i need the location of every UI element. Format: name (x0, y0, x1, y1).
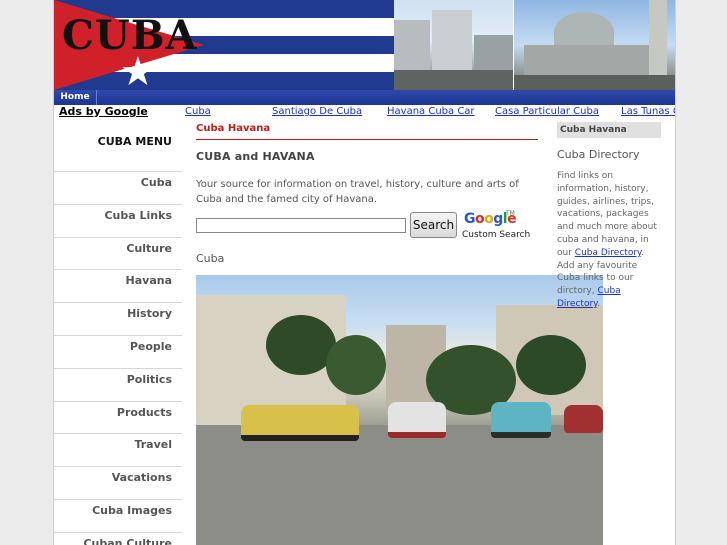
menu-item-travel[interactable]: Travel (54, 434, 182, 468)
search-button[interactable]: Search (410, 212, 457, 238)
section-label: Cuba (196, 252, 225, 265)
menu-item-history[interactable]: History (54, 303, 182, 336)
top-nav: Home (54, 90, 675, 105)
intro-text: Your source for information on travel, h… (196, 179, 519, 205)
breadcrumb: Cuba Havana (196, 121, 538, 140)
left-menu: CUBA MENU Cuba Cuba Links Culture Havana… (54, 121, 182, 545)
nav-home-link[interactable]: Home (54, 90, 97, 105)
menu-title: CUBA MENU (54, 121, 182, 172)
page: CUBA ★ Home Ads by Google Cuba Santiago … (53, 0, 676, 545)
star-icon: ★ (120, 49, 156, 90)
menu-item-people[interactable]: People (54, 336, 182, 369)
search-input[interactable] (196, 218, 406, 233)
havana-street-photo (196, 275, 603, 545)
cuba-directory-link-1[interactable]: Cuba Directory (575, 248, 641, 258)
directory-text-3: . (597, 298, 601, 309)
directory-text-1: Find links on information, history, guid… (557, 171, 657, 258)
menu-item-cuba-links[interactable]: Cuba Links (54, 205, 182, 238)
ads-by-google-label[interactable]: Ads by Google (59, 105, 148, 119)
sidebar-box-title: Cuba Havana (557, 122, 661, 138)
cuban-flag: CUBA ★ (54, 0, 394, 90)
ad-link-las-tunas[interactable]: Las Tunas C (621, 105, 675, 119)
header-photo-capitol (514, 0, 675, 90)
header-banner: CUBA ★ (54, 0, 675, 90)
custom-search-label: Custom Search (462, 230, 531, 240)
menu-item-havana[interactable]: Havana (54, 270, 182, 304)
page-heading: CUBA and HAVANA (196, 150, 315, 163)
menu-item-products[interactable]: Products (54, 402, 182, 435)
menu-item-cuba-images[interactable]: Cuba Images (54, 500, 182, 533)
menu-item-culture[interactable]: Culture (54, 238, 182, 271)
trademark-mark: TM (506, 210, 515, 217)
right-sidebar: Cuba Havana Cuba Directory Find links on… (557, 122, 661, 311)
google-search-form: Search Google TM Custom Search (196, 210, 538, 241)
menu-item-politics[interactable]: Politics (54, 369, 182, 402)
menu-item-cuban-culture[interactable]: Cuban Culture (54, 533, 182, 545)
directory-text: Find links on information, history, guid… (557, 170, 661, 311)
header-photo-plaza (394, 0, 513, 90)
menu-item-cuba[interactable]: Cuba (54, 172, 182, 205)
menu-item-vacations[interactable]: Vacations (54, 467, 182, 500)
ads-bar: Ads by Google Cuba Santiago De Cuba Hava… (54, 105, 675, 120)
ad-link-havana-car[interactable]: Havana Cuba Car (387, 105, 475, 119)
main-content: Cuba Havana CUBA and HAVANA Your source … (196, 121, 538, 265)
ad-link-cuba[interactable]: Cuba (185, 105, 211, 119)
directory-title: Cuba Directory (557, 148, 640, 161)
ad-link-santiago[interactable]: Santiago De Cuba (272, 105, 362, 119)
ad-link-casa-particular[interactable]: Casa Particular Cuba (495, 105, 599, 119)
